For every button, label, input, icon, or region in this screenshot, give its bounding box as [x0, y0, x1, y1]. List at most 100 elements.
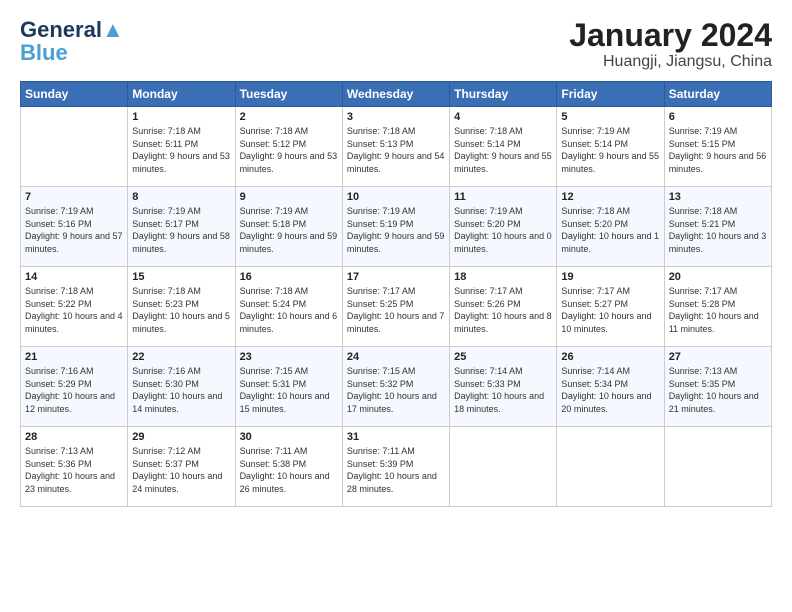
day-number: 18: [454, 271, 552, 283]
col-thursday: Thursday: [450, 82, 557, 107]
calendar-cell: 26 Sunrise: 7:14 AMSunset: 5:34 PMDaylig…: [557, 347, 664, 427]
day-detail: Sunrise: 7:13 AMSunset: 5:35 PMDaylight:…: [669, 365, 767, 415]
day-detail: Sunrise: 7:14 AMSunset: 5:34 PMDaylight:…: [561, 365, 659, 415]
day-detail: Sunrise: 7:19 AMSunset: 5:15 PMDaylight:…: [669, 125, 767, 175]
day-number: 31: [347, 431, 445, 443]
header: General▲ Blue January 2024 Huangji, Jian…: [20, 18, 772, 71]
col-sunday: Sunday: [21, 82, 128, 107]
day-detail: Sunrise: 7:19 AMSunset: 5:20 PMDaylight:…: [454, 205, 552, 255]
day-detail: Sunrise: 7:15 AMSunset: 5:32 PMDaylight:…: [347, 365, 445, 415]
day-detail: Sunrise: 7:18 AMSunset: 5:12 PMDaylight:…: [240, 125, 338, 175]
calendar-cell: 10 Sunrise: 7:19 AMSunset: 5:19 PMDaylig…: [342, 187, 449, 267]
calendar-cell: 6 Sunrise: 7:19 AMSunset: 5:15 PMDayligh…: [664, 107, 771, 187]
calendar-cell: 16 Sunrise: 7:18 AMSunset: 5:24 PMDaylig…: [235, 267, 342, 347]
calendar-cell: 7 Sunrise: 7:19 AMSunset: 5:16 PMDayligh…: [21, 187, 128, 267]
day-detail: Sunrise: 7:13 AMSunset: 5:36 PMDaylight:…: [25, 445, 123, 495]
calendar-cell: 8 Sunrise: 7:19 AMSunset: 5:17 PMDayligh…: [128, 187, 235, 267]
day-detail: Sunrise: 7:17 AMSunset: 5:25 PMDaylight:…: [347, 285, 445, 335]
day-detail: Sunrise: 7:15 AMSunset: 5:31 PMDaylight:…: [240, 365, 338, 415]
calendar-subtitle: Huangji, Jiangsu, China: [569, 53, 772, 71]
calendar-cell: 19 Sunrise: 7:17 AMSunset: 5:27 PMDaylig…: [557, 267, 664, 347]
day-number: 11: [454, 191, 552, 203]
day-number: 16: [240, 271, 338, 283]
day-detail: Sunrise: 7:19 AMSunset: 5:17 PMDaylight:…: [132, 205, 230, 255]
day-detail: Sunrise: 7:19 AMSunset: 5:19 PMDaylight:…: [347, 205, 445, 255]
day-number: 10: [347, 191, 445, 203]
calendar-cell: [664, 427, 771, 507]
day-number: 6: [669, 111, 767, 123]
day-number: 29: [132, 431, 230, 443]
calendar-cell: 3 Sunrise: 7:18 AMSunset: 5:13 PMDayligh…: [342, 107, 449, 187]
calendar-cell: 14 Sunrise: 7:18 AMSunset: 5:22 PMDaylig…: [21, 267, 128, 347]
day-detail: Sunrise: 7:16 AMSunset: 5:30 PMDaylight:…: [132, 365, 230, 415]
calendar-cell: 29 Sunrise: 7:12 AMSunset: 5:37 PMDaylig…: [128, 427, 235, 507]
col-wednesday: Wednesday: [342, 82, 449, 107]
day-detail: Sunrise: 7:16 AMSunset: 5:29 PMDaylight:…: [25, 365, 123, 415]
calendar-cell: [450, 427, 557, 507]
day-number: 1: [132, 111, 230, 123]
day-number: 22: [132, 351, 230, 363]
calendar-week-row: 28 Sunrise: 7:13 AMSunset: 5:36 PMDaylig…: [21, 427, 772, 507]
day-number: 7: [25, 191, 123, 203]
day-number: 9: [240, 191, 338, 203]
calendar-cell: 28 Sunrise: 7:13 AMSunset: 5:36 PMDaylig…: [21, 427, 128, 507]
day-number: 13: [669, 191, 767, 203]
col-monday: Monday: [128, 82, 235, 107]
day-number: 30: [240, 431, 338, 443]
day-detail: Sunrise: 7:18 AMSunset: 5:14 PMDaylight:…: [454, 125, 552, 175]
day-detail: Sunrise: 7:18 AMSunset: 5:24 PMDaylight:…: [240, 285, 338, 335]
day-detail: Sunrise: 7:18 AMSunset: 5:23 PMDaylight:…: [132, 285, 230, 335]
calendar-cell: 4 Sunrise: 7:18 AMSunset: 5:14 PMDayligh…: [450, 107, 557, 187]
day-number: 24: [347, 351, 445, 363]
calendar-cell: 2 Sunrise: 7:18 AMSunset: 5:12 PMDayligh…: [235, 107, 342, 187]
day-number: 3: [347, 111, 445, 123]
day-number: 12: [561, 191, 659, 203]
day-number: 27: [669, 351, 767, 363]
calendar-cell: 1 Sunrise: 7:18 AMSunset: 5:11 PMDayligh…: [128, 107, 235, 187]
calendar-cell: 30 Sunrise: 7:11 AMSunset: 5:38 PMDaylig…: [235, 427, 342, 507]
day-detail: Sunrise: 7:14 AMSunset: 5:33 PMDaylight:…: [454, 365, 552, 415]
day-number: 17: [347, 271, 445, 283]
calendar-cell: [21, 107, 128, 187]
logo-text: General▲: [20, 18, 124, 42]
day-number: 14: [25, 271, 123, 283]
day-detail: Sunrise: 7:17 AMSunset: 5:26 PMDaylight:…: [454, 285, 552, 335]
calendar-week-row: 14 Sunrise: 7:18 AMSunset: 5:22 PMDaylig…: [21, 267, 772, 347]
day-number: 28: [25, 431, 123, 443]
day-number: 15: [132, 271, 230, 283]
day-detail: Sunrise: 7:19 AMSunset: 5:18 PMDaylight:…: [240, 205, 338, 255]
calendar-cell: 17 Sunrise: 7:17 AMSunset: 5:25 PMDaylig…: [342, 267, 449, 347]
logo-subtext: Blue: [20, 42, 68, 64]
day-detail: Sunrise: 7:11 AMSunset: 5:39 PMDaylight:…: [347, 445, 445, 495]
calendar-page: General▲ Blue January 2024 Huangji, Jian…: [0, 0, 792, 612]
calendar-cell: 11 Sunrise: 7:19 AMSunset: 5:20 PMDaylig…: [450, 187, 557, 267]
col-saturday: Saturday: [664, 82, 771, 107]
calendar-cell: 12 Sunrise: 7:18 AMSunset: 5:20 PMDaylig…: [557, 187, 664, 267]
header-row: Sunday Monday Tuesday Wednesday Thursday…: [21, 82, 772, 107]
day-detail: Sunrise: 7:18 AMSunset: 5:20 PMDaylight:…: [561, 205, 659, 255]
calendar-week-row: 7 Sunrise: 7:19 AMSunset: 5:16 PMDayligh…: [21, 187, 772, 267]
calendar-cell: 18 Sunrise: 7:17 AMSunset: 5:26 PMDaylig…: [450, 267, 557, 347]
day-detail: Sunrise: 7:18 AMSunset: 5:13 PMDaylight:…: [347, 125, 445, 175]
calendar-cell: 20 Sunrise: 7:17 AMSunset: 5:28 PMDaylig…: [664, 267, 771, 347]
day-detail: Sunrise: 7:19 AMSunset: 5:14 PMDaylight:…: [561, 125, 659, 175]
calendar-week-row: 1 Sunrise: 7:18 AMSunset: 5:11 PMDayligh…: [21, 107, 772, 187]
day-detail: Sunrise: 7:11 AMSunset: 5:38 PMDaylight:…: [240, 445, 338, 495]
calendar-cell: 31 Sunrise: 7:11 AMSunset: 5:39 PMDaylig…: [342, 427, 449, 507]
day-detail: Sunrise: 7:18 AMSunset: 5:21 PMDaylight:…: [669, 205, 767, 255]
day-number: 19: [561, 271, 659, 283]
calendar-cell: 13 Sunrise: 7:18 AMSunset: 5:21 PMDaylig…: [664, 187, 771, 267]
day-number: 20: [669, 271, 767, 283]
day-number: 21: [25, 351, 123, 363]
calendar-cell: 21 Sunrise: 7:16 AMSunset: 5:29 PMDaylig…: [21, 347, 128, 427]
calendar-week-row: 21 Sunrise: 7:16 AMSunset: 5:29 PMDaylig…: [21, 347, 772, 427]
calendar-cell: 24 Sunrise: 7:15 AMSunset: 5:32 PMDaylig…: [342, 347, 449, 427]
day-detail: Sunrise: 7:17 AMSunset: 5:27 PMDaylight:…: [561, 285, 659, 335]
day-number: 25: [454, 351, 552, 363]
calendar-cell: 22 Sunrise: 7:16 AMSunset: 5:30 PMDaylig…: [128, 347, 235, 427]
day-number: 8: [132, 191, 230, 203]
calendar-cell: 27 Sunrise: 7:13 AMSunset: 5:35 PMDaylig…: [664, 347, 771, 427]
day-number: 4: [454, 111, 552, 123]
col-tuesday: Tuesday: [235, 82, 342, 107]
calendar-table: Sunday Monday Tuesday Wednesday Thursday…: [20, 81, 772, 507]
